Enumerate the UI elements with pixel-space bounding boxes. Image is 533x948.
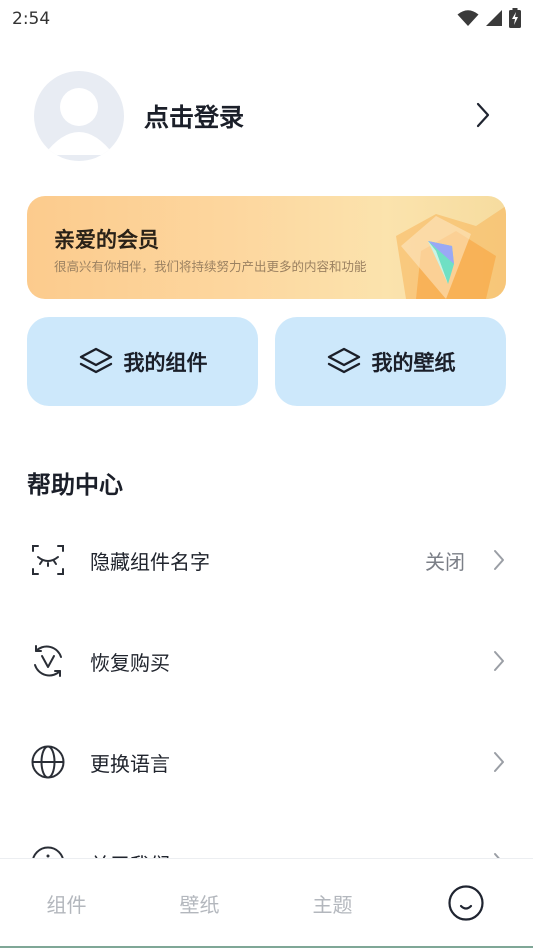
menu-item-change-language[interactable]: 更换语言 <box>0 732 533 792</box>
member-banner[interactable]: 亲爱的会员 很高兴有你相伴，我们将持续努力产出更多的内容和功能 <box>27 196 506 299</box>
my-wallpapers-label: 我的壁纸 <box>371 350 456 375</box>
member-title: 亲爱的会员 <box>54 228 159 252</box>
nav-tab-widgets[interactable]: 组件 <box>0 859 133 947</box>
chevron-right-icon <box>494 651 504 671</box>
menu-item-restore-purchase[interactable]: 恢复购买 <box>0 631 533 691</box>
restore-purchase-icon <box>30 643 66 679</box>
help-center-title: 帮助中心 <box>27 471 123 499</box>
wifi-icon <box>457 10 479 26</box>
login-label[interactable]: 点击登录 <box>144 98 244 134</box>
menu-value: 关闭 <box>425 549 465 574</box>
layers-icon <box>79 347 112 373</box>
menu-label: 恢复购买 <box>90 650 170 675</box>
nav-tab-profile[interactable] <box>399 859 532 947</box>
bottom-nav: 组件 壁纸 主题 <box>0 858 533 948</box>
status-bar: 2:54 <box>0 0 533 36</box>
smile-icon <box>447 885 484 921</box>
my-wallpapers-card[interactable]: 我的壁纸 <box>275 317 506 406</box>
default-user-icon <box>44 88 114 155</box>
status-time: 2:54 <box>12 8 51 29</box>
globe-icon <box>30 744 66 780</box>
my-widgets-label: 我的组件 <box>123 350 208 375</box>
layers-icon <box>327 347 360 373</box>
nav-tab-themes[interactable]: 主题 <box>266 859 399 947</box>
chevron-right-icon <box>494 752 504 772</box>
member-subtitle: 很高兴有你相伴，我们将持续努力产出更多的内容和功能 <box>54 259 367 274</box>
signal-icon <box>486 10 502 26</box>
my-widgets-card[interactable]: 我的组件 <box>27 317 258 406</box>
status-icons <box>457 8 521 28</box>
menu-label: 更换语言 <box>90 751 170 776</box>
crystal-gem-icon <box>396 206 506 299</box>
menu-label: 隐藏组件名字 <box>90 549 210 574</box>
menu-item-hide-widget-name[interactable]: 隐藏组件名字 关闭 <box>0 530 533 590</box>
closed-eye-icon <box>30 542 66 578</box>
chevron-right-icon[interactable] <box>476 102 490 128</box>
profile-login-row[interactable]: 点击登录 <box>34 70 504 162</box>
nav-tab-wallpapers[interactable]: 壁纸 <box>133 859 266 947</box>
chevron-right-icon <box>494 550 504 570</box>
battery-charging-icon <box>509 8 521 28</box>
avatar[interactable] <box>34 71 124 161</box>
